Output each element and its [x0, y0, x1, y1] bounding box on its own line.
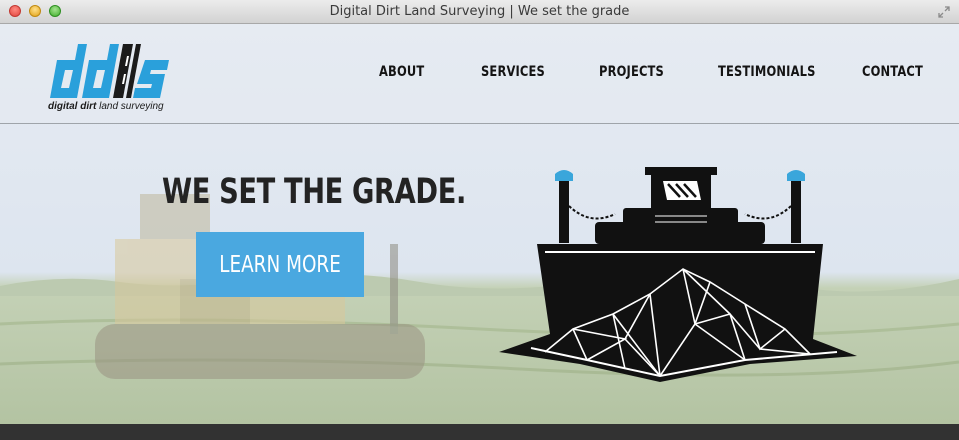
logo-tagline: digital dirt land surveying — [48, 101, 164, 112]
window-titlebar: Digital Dirt Land Surveying | We set the… — [0, 0, 959, 24]
hero-headline: WE SET THE GRADE. — [162, 172, 466, 212]
nav-services[interactable]: SERVICES — [481, 64, 545, 80]
nav-about[interactable]: ABOUT — [379, 64, 424, 80]
fullscreen-icon[interactable] — [937, 5, 951, 19]
window-title: Digital Dirt Land Surveying | We set the… — [329, 4, 630, 19]
nav-contact[interactable]: CONTACT — [862, 64, 923, 80]
footer-bar — [0, 424, 959, 440]
nav-testimonials[interactable]: TESTIMONIALS — [718, 64, 816, 80]
nav-projects[interactable]: PROJECTS — [599, 64, 664, 80]
site-header: digital dirt land surveying ABOUT SERVIC… — [0, 24, 959, 124]
page: digital dirt land surveying ABOUT SERVIC… — [0, 24, 959, 424]
bulldozer-illustration — [499, 167, 857, 382]
learn-more-button[interactable]: LEARN MORE — [196, 232, 364, 297]
